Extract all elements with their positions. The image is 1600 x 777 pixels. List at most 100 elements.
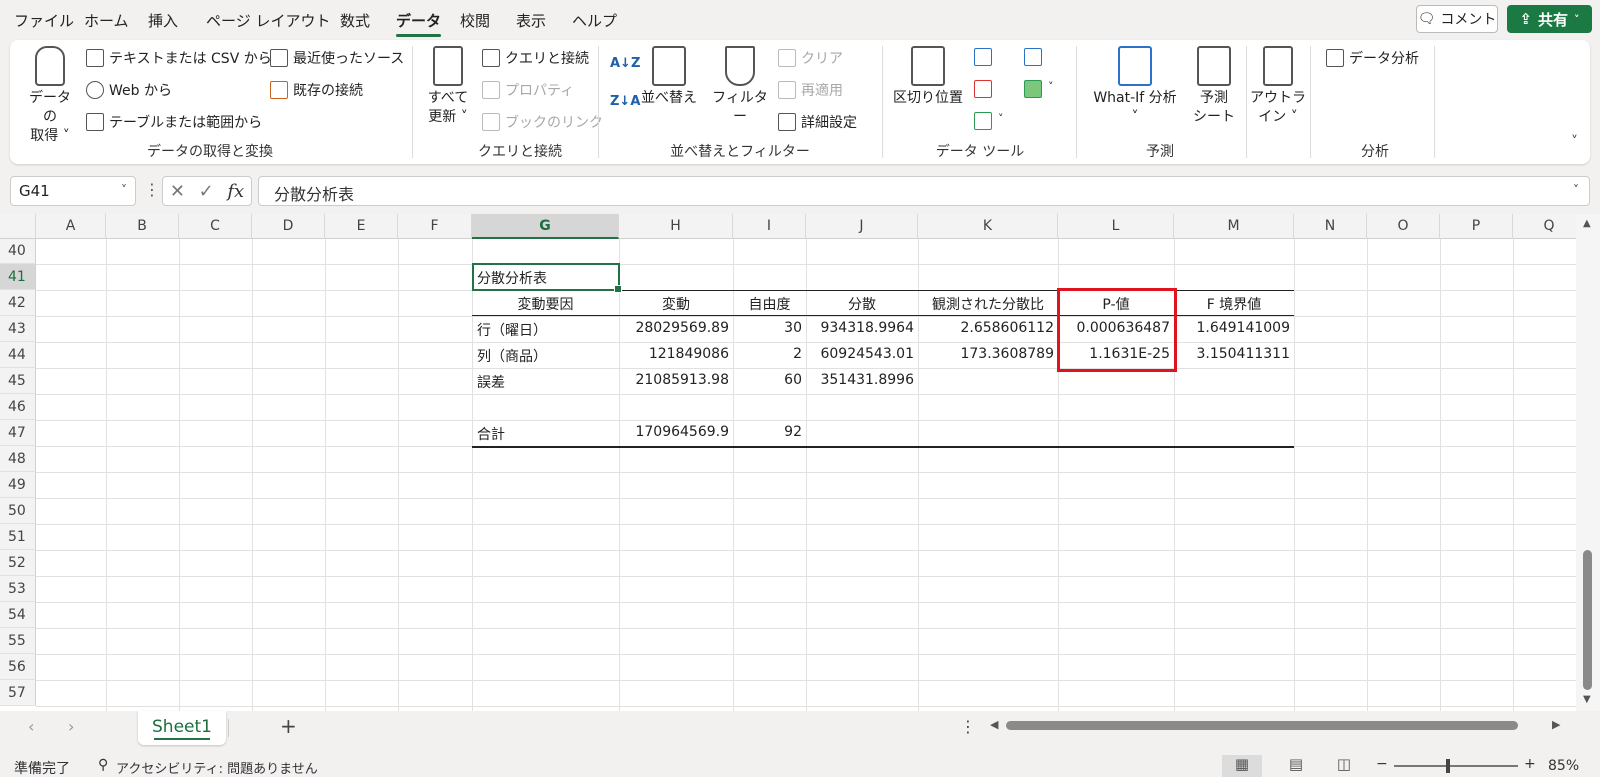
zoom-slider[interactable] (1394, 759, 1518, 773)
menu-insert[interactable]: 挿入 (148, 10, 178, 31)
scroll-down-icon[interactable]: ▼ (1583, 694, 1591, 705)
column-header-selected[interactable]: G (472, 214, 619, 239)
table-cell[interactable]: 2 (733, 346, 802, 362)
recent-sources-button[interactable]: 最近使ったソース (270, 48, 404, 68)
column-header[interactable]: M (1174, 214, 1294, 239)
get-data-button[interactable]: データの 取得 ˅ (24, 46, 76, 146)
normal-view-button[interactable]: ▦ (1222, 755, 1262, 777)
table-cell[interactable]: 121849086 (619, 346, 729, 362)
prev-sheet-icon[interactable]: ‹ (28, 717, 34, 736)
column-header[interactable]: K (918, 214, 1058, 239)
data-validation-icon[interactable] (974, 112, 992, 130)
ribbon-collapse-icon[interactable]: ˅ (1571, 134, 1578, 150)
column-header[interactable]: E (325, 214, 398, 239)
zoom-out-button[interactable]: − (1376, 756, 1388, 772)
table-cell[interactable]: 170964569.9 (619, 424, 729, 440)
menu-help[interactable]: ヘルプ (572, 10, 617, 31)
row-header-selected[interactable]: 41 (0, 264, 36, 290)
edit-links-button[interactable]: ブックのリンク (482, 112, 603, 132)
row-header[interactable]: 49 (0, 472, 36, 498)
column-header[interactable]: J (806, 214, 918, 239)
table-cell[interactable]: 92 (733, 424, 802, 440)
column-header[interactable]: O (1367, 214, 1440, 239)
table-header-cell[interactable]: F 境界値 (1174, 294, 1294, 314)
column-header[interactable]: A (36, 214, 106, 239)
table-cell[interactable]: 1.649141009 (1174, 320, 1290, 336)
data-model-icon[interactable] (1024, 80, 1042, 98)
cancel-icon[interactable]: ✕ (170, 181, 185, 202)
table-header-cell[interactable]: 変動要因 (472, 294, 619, 314)
column-header[interactable]: I (733, 214, 806, 239)
table-header-cell[interactable]: 分散 (806, 294, 918, 314)
zoom-in-button[interactable]: + (1524, 756, 1536, 772)
chevron-down-icon[interactable]: ˅ (121, 183, 127, 197)
zoom-level[interactable]: 85% (1548, 758, 1579, 774)
menu-review[interactable]: 校閲 (460, 10, 490, 31)
row-header[interactable]: 52 (0, 550, 36, 576)
row-header[interactable]: 46 (0, 394, 36, 420)
scroll-left-icon[interactable]: ◀ (990, 718, 998, 731)
clear-button[interactable]: クリア (778, 48, 843, 68)
menu-view[interactable]: 表示 (516, 10, 546, 31)
properties-button[interactable]: プロパティ (482, 80, 574, 100)
scroll-up-icon[interactable]: ▲ (1583, 218, 1591, 229)
row-header[interactable]: 45 (0, 368, 36, 394)
chevron-down-icon[interactable]: ˅ (1048, 80, 1054, 93)
column-header[interactable]: H (619, 214, 733, 239)
row-header[interactable]: 54 (0, 602, 36, 628)
column-header[interactable]: P (1440, 214, 1513, 239)
sort-descending-button[interactable]: Z↓A (610, 94, 640, 109)
sheet-tab-sheet1[interactable]: Sheet1 (138, 711, 226, 745)
table-range-button[interactable]: テーブルまたは範囲から (86, 112, 262, 132)
table-header-cell[interactable]: 変動 (619, 294, 733, 314)
reapply-button[interactable]: 再適用 (778, 80, 843, 100)
menu-home[interactable]: ホーム (84, 10, 129, 31)
advanced-filter-button[interactable]: 詳細設定 (778, 112, 857, 132)
table-cell[interactable]: 誤差 (477, 372, 505, 392)
more-options-icon[interactable]: ⋮ (144, 180, 160, 199)
menu-formulas[interactable]: 数式 (340, 10, 370, 31)
horizontal-scroll-thumb[interactable] (1006, 721, 1518, 730)
existing-connections-button[interactable]: 既存の接続 (270, 80, 363, 100)
menu-page-layout[interactable]: ページ レイアウト (206, 10, 330, 31)
scroll-right-icon[interactable]: ▶ (1552, 718, 1560, 731)
row-header[interactable]: 55 (0, 628, 36, 654)
vertical-scrollbar[interactable]: ▲ ▼ (1576, 214, 1600, 711)
share-button[interactable]: ⇪ 共有 ˅ (1507, 5, 1592, 33)
sort-ascending-button[interactable]: A↓Z (610, 56, 640, 71)
row-header[interactable]: 42 (0, 290, 36, 316)
page-break-view-button[interactable]: ◫ (1324, 755, 1364, 777)
insert-function-icon[interactable]: fx (227, 181, 244, 202)
vertical-scroll-thumb[interactable] (1583, 550, 1592, 690)
web-button[interactable]: Web から (86, 80, 172, 100)
menu-file[interactable]: ファイル (14, 10, 74, 31)
table-cell[interactable]: 60924543.01 (806, 346, 914, 362)
chevron-down-icon[interactable]: ˅ (1573, 183, 1579, 197)
comment-button[interactable]: 🗨 コメント (1416, 5, 1498, 33)
row-header[interactable]: 57 (0, 680, 36, 706)
menu-data[interactable]: データ (396, 10, 442, 37)
row-header[interactable]: 40 (0, 239, 36, 264)
enter-icon[interactable]: ✓ (199, 181, 214, 202)
table-cell[interactable]: 934318.9964 (806, 320, 914, 336)
table-cell[interactable]: 60 (733, 372, 802, 388)
column-header[interactable]: B (106, 214, 179, 239)
table-cell[interactable]: 173.3608789 (918, 346, 1054, 362)
table-cell[interactable]: 351431.8996 (806, 372, 914, 388)
name-box[interactable]: G41 ˅ (10, 176, 136, 206)
table-cell[interactable]: 28029569.89 (619, 320, 729, 336)
text-csv-button[interactable]: テキストまたは CSV から (86, 48, 272, 68)
table-cell[interactable]: 3.150411311 (1174, 346, 1290, 362)
outline-button[interactable]: アウトラ イン ˅ (1250, 46, 1306, 127)
row-header[interactable]: 53 (0, 576, 36, 602)
row-header[interactable]: 47 (0, 420, 36, 446)
what-if-analysis-button[interactable]: What-If 分析 ˅ (1084, 46, 1186, 127)
forecast-sheet-button[interactable]: 予測 シート (1186, 46, 1242, 127)
more-options-icon[interactable]: ⋮ (960, 717, 976, 736)
table-cell[interactable]: 行（曜日） (477, 320, 547, 340)
column-header[interactable]: D (252, 214, 325, 239)
table-cell[interactable]: 30 (733, 320, 802, 336)
row-header[interactable]: 43 (0, 316, 36, 342)
zoom-slider-handle[interactable] (1446, 759, 1450, 773)
sort-button[interactable]: 並べ替え (638, 46, 700, 108)
